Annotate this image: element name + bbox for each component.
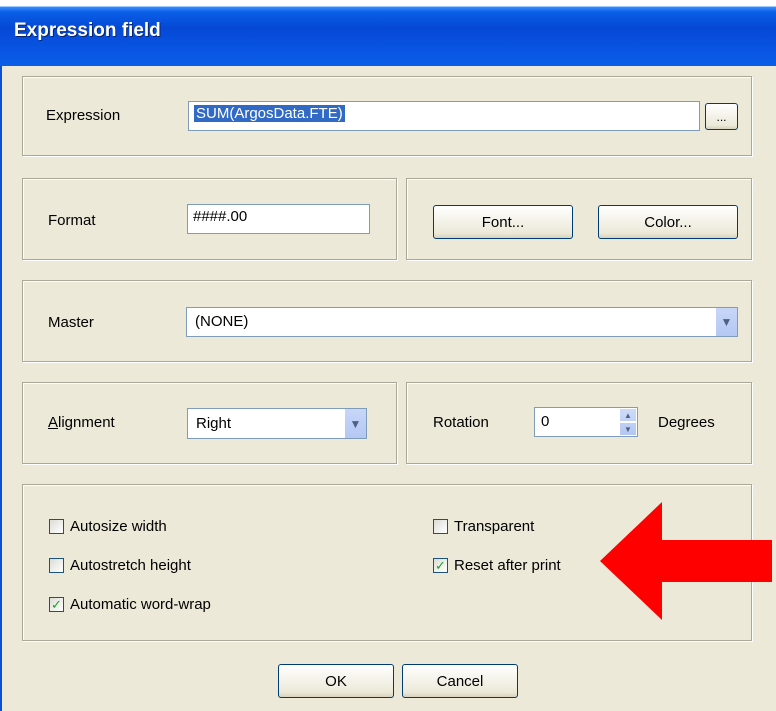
autostretch-height-option[interactable]: Autostretch height [49, 557, 191, 574]
expression-value: SUM(ArgosData.FTE) [194, 105, 345, 122]
color-button[interactable]: Color... [598, 205, 738, 239]
spin-up-icon[interactable]: ▲ [619, 408, 637, 422]
format-label: Format [48, 212, 96, 229]
alignment-select[interactable]: Right ▼ [187, 408, 367, 439]
checkbox[interactable] [49, 519, 64, 534]
checkbox-label: Autosize width [70, 518, 167, 535]
reset-after-print-option[interactable]: ✓ Reset after print [433, 557, 561, 574]
master-label: Master [48, 314, 94, 331]
expression-input[interactable]: SUM(ArgosData.FTE) [188, 101, 700, 131]
chevron-down-icon[interactable]: ▼ [344, 409, 366, 438]
rotation-label: Rotation [433, 414, 489, 431]
alignment-selected-value: Right [196, 415, 232, 432]
checkbox[interactable] [433, 519, 448, 534]
checkbox-checked[interactable]: ✓ [49, 597, 64, 612]
checkmark-icon: ✓ [435, 558, 446, 573]
ok-button[interactable]: OK [278, 664, 394, 698]
master-selected-value: (NONE) [195, 313, 249, 330]
font-button[interactable]: Font... [433, 205, 573, 239]
spin-down-icon[interactable]: ▼ [619, 422, 637, 436]
arrow-shape [600, 502, 772, 620]
autosize-width-option[interactable]: Autosize width [49, 518, 167, 535]
rotation-unit: Degrees [658, 414, 715, 431]
spin-buttons[interactable]: ▲ ▼ [619, 408, 637, 436]
rotation-stepper[interactable]: 0 ▲ ▼ [534, 407, 638, 437]
format-input[interactable]: ####.00 [187, 204, 370, 234]
window-top-edge [0, 0, 776, 6]
window-title: Expression field [14, 20, 161, 41]
checkbox-label: Reset after print [454, 557, 561, 574]
expression-browse-button[interactable]: ... [705, 103, 738, 130]
expression-label: Expression [46, 107, 121, 124]
checkbox-checked[interactable]: ✓ [433, 558, 448, 573]
alignment-label-rest: lignment [58, 414, 115, 431]
cancel-button[interactable]: Cancel [402, 664, 518, 698]
checkmark-icon: ✓ [51, 597, 62, 612]
rotation-value: 0 [541, 413, 550, 430]
transparent-option[interactable]: Transparent [433, 518, 534, 535]
checkbox-label: Transparent [454, 518, 535, 535]
automatic-word-wrap-option[interactable]: ✓ Automatic word-wrap [49, 596, 211, 613]
alignment-accesskey: A [48, 414, 59, 431]
master-select[interactable]: (NONE) ▼ [186, 307, 738, 337]
red-arrow-icon [600, 502, 772, 620]
alignment-label: Alignment [48, 414, 115, 431]
checkbox-label: Autostretch height [70, 557, 191, 574]
chevron-down-icon[interactable]: ▼ [715, 308, 737, 336]
checkbox[interactable] [49, 558, 64, 573]
checkbox-label: Automatic word-wrap [70, 596, 211, 613]
